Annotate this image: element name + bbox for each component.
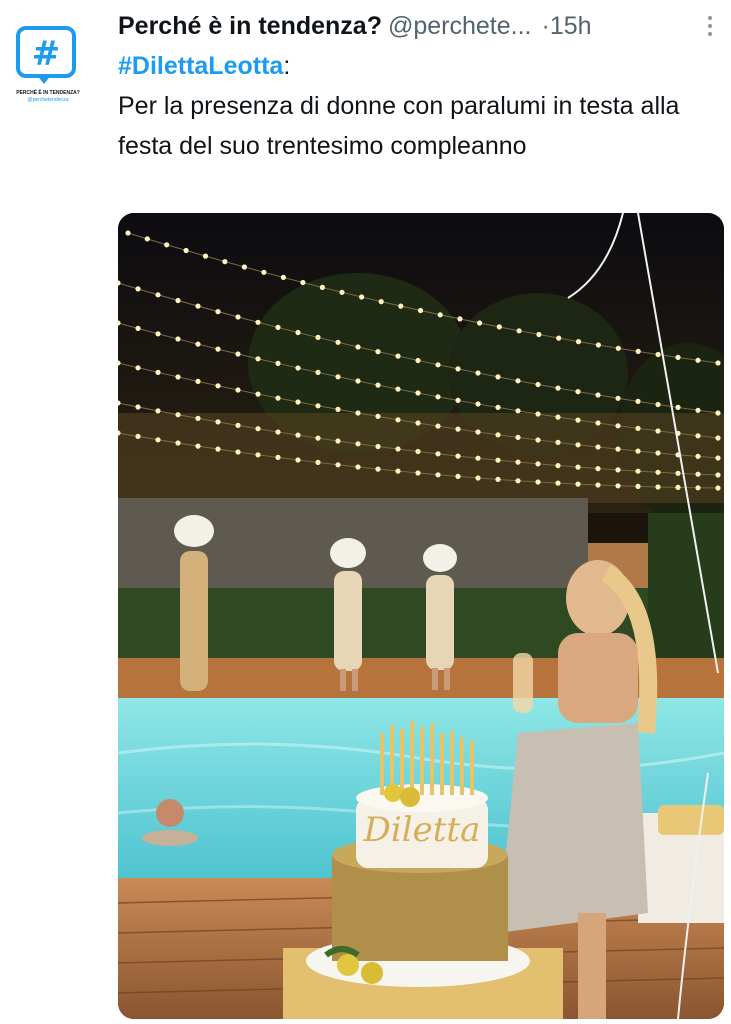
display-name[interactable]: Perché è in tendenza? [118, 12, 382, 40]
avatar[interactable]: # PERCHÉ È IN TENDENZA? @perchetendenza [12, 20, 84, 106]
party-photo: Diletta [118, 213, 724, 1019]
separator-dot: · [541, 12, 550, 40]
more-vertical-icon[interactable] [700, 12, 720, 40]
hashtag-suffix: : [283, 52, 291, 80]
tweet[interactable]: # PERCHÉ È IN TENDENZA? @perchetendenza … [0, 0, 731, 1024]
hashtag-link[interactable]: #DilettaLeotta [118, 52, 283, 80]
hashtag-bubble-icon: # [16, 26, 76, 78]
tweet-text: #DilettaLeotta: Per la presenza di donne … [118, 46, 708, 166]
user-handle[interactable]: @perchete... [388, 12, 532, 40]
tweet-header: Perché è in tendenza? @perchete... ·15h [118, 10, 718, 42]
cake-lettering: Diletta [363, 810, 481, 850]
avatar-caption: PERCHÉ È IN TENDENZA? [16, 90, 80, 96]
tweet-body: Per la presenza di donne con paralumi in… [118, 92, 680, 160]
avatar-handle: @perchetendenza [27, 97, 69, 103]
lampshade-woman [174, 515, 214, 691]
tweet-photo[interactable]: Diletta [118, 213, 724, 1019]
timestamp[interactable]: 15h [550, 12, 592, 40]
